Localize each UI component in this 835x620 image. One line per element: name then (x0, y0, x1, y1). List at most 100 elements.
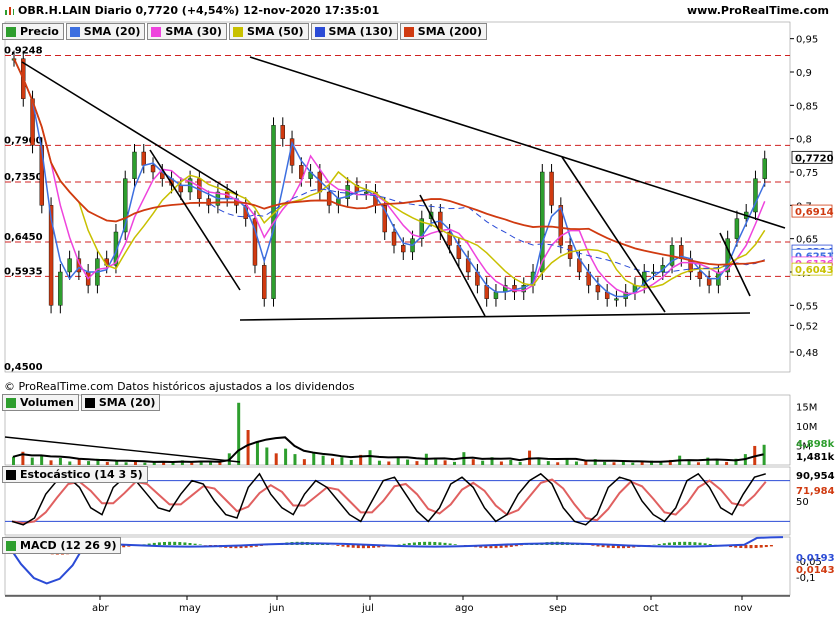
x-tick-label: may (179, 603, 201, 614)
volume-bar (452, 461, 456, 465)
volume-bar (255, 441, 259, 465)
volume-bar (68, 461, 72, 465)
volume-bar (218, 462, 222, 465)
macd-hist (453, 544, 457, 545)
legend-swatch (403, 26, 414, 37)
candle-body (363, 191, 369, 194)
price-y-tick: 0,9 (796, 68, 812, 79)
legend-label: SMA (20) (98, 396, 156, 409)
candle-body (326, 191, 332, 206)
macd-hist (198, 544, 202, 545)
macd-hist (657, 543, 661, 545)
legend-swatch (151, 26, 162, 37)
macd-legend: MACD (12 26 9) (2, 537, 123, 554)
stoch-y-tick: 50 (796, 497, 809, 508)
price-y-tick: 0,48 (796, 348, 818, 359)
volume-bar (603, 461, 607, 465)
macd-hist (183, 542, 187, 545)
volume-bar (246, 430, 250, 465)
volume-bar (12, 456, 15, 465)
price-legend-item: Precio (2, 23, 64, 40)
x-tick-label: abr (92, 603, 109, 614)
legend-label: SMA (20) (83, 25, 141, 38)
candle-body (67, 258, 72, 273)
macd-hist (678, 541, 682, 545)
volume-legend: Volumen SMA (20) (2, 394, 162, 411)
volume-bar (49, 460, 53, 465)
macd-hist (749, 545, 753, 549)
legend-swatch (314, 26, 325, 37)
price-y-tick: 0,55 (796, 301, 818, 312)
candle-body (484, 285, 489, 299)
legend-swatch (6, 26, 16, 37)
price-legend-item: SMA (50) (228, 23, 309, 40)
macd-hist (412, 542, 416, 545)
macd-hist (443, 542, 447, 545)
candle-body (697, 271, 703, 279)
macd-hist (157, 542, 161, 545)
volume-bar (124, 462, 128, 465)
legend-swatch (6, 397, 16, 408)
macd-tag: 0,0193 (796, 553, 835, 564)
volume-bar (443, 460, 447, 465)
legend-label: Precio (20, 25, 59, 38)
macd-hist (667, 542, 671, 545)
macd-hist (769, 545, 773, 547)
legend-label: Volumen (20, 396, 74, 409)
stoch-tag: 90,954 (796, 471, 835, 482)
volume-bar (546, 461, 550, 465)
candle-body (549, 171, 554, 206)
macd-hist (683, 541, 687, 545)
price-y-tick: 0,75 (796, 168, 818, 179)
volume-bar (58, 458, 62, 465)
candle-body (178, 185, 184, 193)
volume-bar (574, 461, 578, 465)
candle-body (150, 165, 156, 173)
volume-legend-item: Volumen (2, 394, 79, 411)
volume-bar (77, 459, 81, 465)
macd-hist (152, 542, 156, 545)
macd-hist (346, 545, 350, 548)
price-legend-item: SMA (20) (65, 23, 146, 40)
volume-bar (518, 461, 522, 465)
macd-hist (703, 543, 707, 545)
volume-bar (687, 461, 691, 465)
stoch-legend: Estocástico (14 3 5) (2, 466, 150, 483)
level-label: 0,5935 (4, 266, 43, 277)
vol-tag: 1,481k (796, 452, 835, 463)
macd-hist (662, 543, 666, 545)
volume-bar (481, 460, 485, 465)
macd-hist (673, 542, 676, 545)
macd-hist (708, 544, 712, 545)
candle-body (262, 265, 267, 299)
level-label: 0,4500 (4, 362, 43, 373)
chart-canvas: abr may jun jul ago sep oct nov 0,95 0,9 0,85 0,8 0,… (4, 21, 835, 614)
legend-swatch (84, 397, 95, 408)
macd-hist (356, 545, 360, 549)
candle-body (595, 285, 601, 293)
macd-hist (688, 541, 692, 545)
macd-hist (193, 543, 197, 545)
price-y-tick: 0,95 (796, 35, 818, 46)
candle-body (614, 298, 619, 301)
x-tick-label: jul (361, 603, 374, 614)
volume-bar (715, 460, 719, 465)
legend-label: SMA (130) (328, 25, 393, 38)
macd-hist (448, 543, 452, 545)
macd-hist (341, 545, 345, 547)
level-label: 0,7900 (4, 135, 43, 146)
candle-body (132, 151, 137, 179)
candle-body (540, 171, 545, 273)
volume-bar (556, 462, 560, 465)
vol-y-tick: 10M (796, 422, 817, 433)
macd-hist (418, 542, 421, 545)
volume-bar (471, 459, 475, 465)
volume-bar (340, 457, 344, 465)
candle-body (734, 218, 740, 239)
x-tick-label: ago (455, 603, 474, 614)
volume-bar (565, 459, 569, 465)
macd-hist (764, 545, 768, 548)
legend-label: SMA (200) (417, 25, 482, 38)
candle-body (280, 125, 285, 139)
price-y-tick: 0,8 (796, 135, 812, 146)
